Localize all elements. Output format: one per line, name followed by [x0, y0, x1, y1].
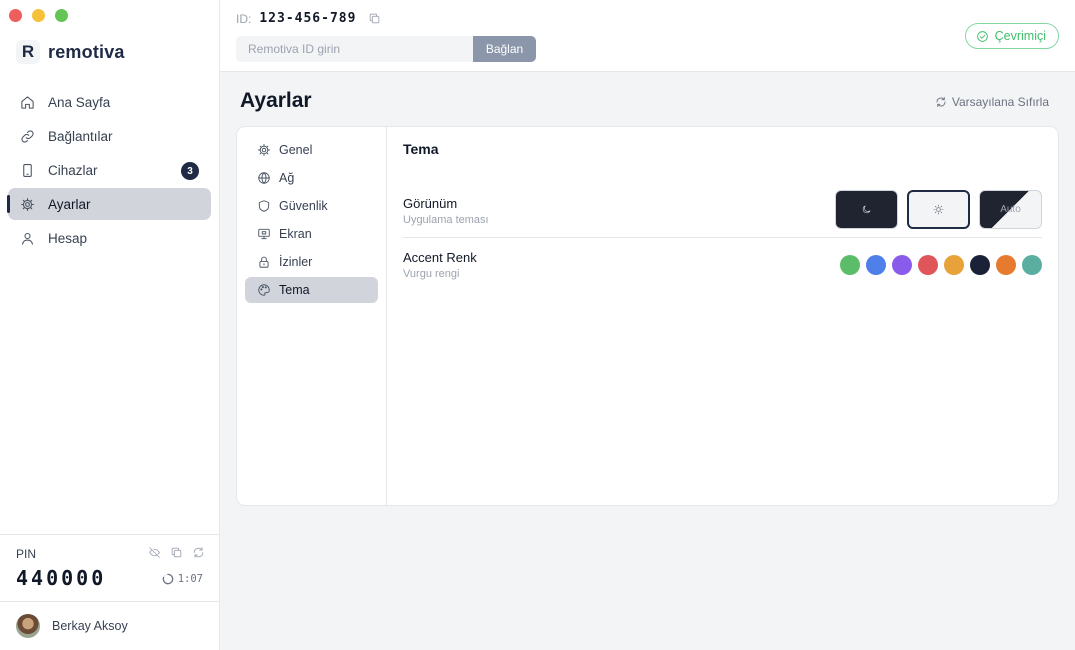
tab-label: Güvenlik	[279, 199, 328, 213]
topbar: ID: 123-456-789 Bağlan Çevrimiçi	[220, 0, 1075, 72]
maximize-window-button[interactable]	[55, 9, 68, 22]
accent-color-swatch[interactable]	[996, 255, 1016, 275]
pin-actions	[148, 546, 205, 559]
settings-tabs: Genel Ağ Güvenlik Ekran İzinler Tema	[237, 127, 387, 505]
sidebar-item-label: Hesap	[48, 230, 88, 246]
online-status-badge: Çevrimiçi	[964, 23, 1059, 49]
app-name: remotiva	[48, 41, 125, 62]
tab-display[interactable]: Ekran	[245, 221, 378, 247]
copy-icon[interactable]	[368, 12, 381, 25]
app-window: R remotiva Ana Sayfa Bağlantılar Cihazla…	[0, 0, 1075, 650]
accent-color-swatch[interactable]	[918, 255, 938, 275]
check-circle-icon	[976, 30, 988, 42]
theme-dark-option[interactable]	[835, 190, 898, 229]
tab-security[interactable]: Güvenlik	[245, 193, 378, 219]
sidebar-item-connections[interactable]: Bağlantılar	[8, 120, 211, 152]
setting-name: Görünüm	[403, 195, 458, 211]
monitor-icon	[258, 228, 270, 240]
device-count-badge: 3	[181, 162, 199, 180]
close-window-button[interactable]	[9, 9, 22, 22]
sidebar-item-label: Ayarlar	[48, 196, 91, 212]
pin-panel: PIN 440000 1:07	[0, 534, 219, 602]
tab-theme[interactable]: Tema	[245, 277, 378, 303]
logo-icon: R	[16, 40, 40, 64]
globe-icon	[258, 172, 270, 184]
accent-swatches	[840, 255, 1042, 275]
device-id-row: ID: 123-456-789	[236, 11, 381, 26]
user-profile[interactable]: Berkay Aksoy	[0, 601, 219, 650]
id-label: ID:	[236, 11, 252, 26]
minimize-window-button[interactable]	[32, 9, 45, 22]
page-title: Ayarlar	[240, 89, 312, 112]
sidebar-item-label: Bağlantılar	[48, 128, 113, 144]
tab-permissions[interactable]: İzinler	[245, 249, 378, 275]
device-icon	[23, 163, 32, 177]
connect-button[interactable]: Bağlan	[473, 36, 536, 62]
tab-label: İzinler	[279, 255, 313, 269]
sun-icon	[933, 204, 944, 215]
accent-color-swatch[interactable]	[1022, 255, 1042, 275]
device-id: 123-456-789	[259, 11, 357, 26]
sidebar-item-label: Ana Sayfa	[48, 94, 111, 110]
user-icon	[21, 232, 34, 245]
remote-id-input[interactable]	[236, 36, 473, 62]
sidebar: R remotiva Ana Sayfa Bağlantılar Cihazla…	[0, 0, 220, 650]
theme-options: Auto	[835, 190, 1042, 229]
section-title: Tema	[403, 141, 439, 157]
link-icon	[21, 129, 34, 143]
theme-settings: Tema Görünüm Uygulama teması Auto Accent…	[387, 127, 1058, 505]
accent-color-swatch[interactable]	[892, 255, 912, 275]
lock-icon	[259, 256, 269, 268]
gear-icon	[257, 143, 271, 157]
gear-icon	[21, 197, 34, 211]
countdown-ring-icon	[162, 573, 174, 585]
connect-form: Bağlan	[236, 36, 536, 62]
pin-timer-value: 1:07	[177, 573, 203, 585]
window-controls	[9, 9, 68, 22]
tab-general[interactable]: Genel	[245, 137, 378, 163]
sidebar-item-home[interactable]: Ana Sayfa	[8, 86, 211, 118]
sidebar-item-account[interactable]: Hesap	[8, 222, 211, 254]
shield-icon	[258, 200, 270, 212]
avatar	[16, 614, 40, 638]
tab-label: Ağ	[279, 171, 295, 185]
theme-light-option[interactable]	[907, 190, 970, 229]
sidebar-nav: Ana Sayfa Bağlantılar Cihazlar 3 Ayarlar…	[7, 86, 211, 256]
setting-description: Uygulama teması	[403, 213, 489, 226]
setting-name: Accent Renk	[403, 250, 477, 265]
accent-color-swatch[interactable]	[840, 255, 860, 275]
eye-off-icon[interactable]	[148, 546, 161, 559]
pin-label: PIN	[16, 547, 37, 561]
tab-network[interactable]: Ağ	[245, 165, 378, 191]
main-area: ID: 123-456-789 Bağlan Çevrimiçi Ayarlar…	[220, 0, 1075, 650]
app-logo: R remotiva	[16, 40, 125, 64]
accent-color-swatch[interactable]	[970, 255, 990, 275]
pin-value: 440000	[16, 566, 107, 590]
copy-icon[interactable]	[170, 546, 183, 559]
sidebar-item-settings[interactable]: Ayarlar	[7, 188, 211, 220]
refresh-icon[interactable]	[192, 546, 205, 559]
auto-label: Auto	[1000, 204, 1021, 215]
home-icon	[21, 95, 34, 109]
palette-icon	[258, 284, 270, 296]
pin-timer: 1:07	[161, 572, 203, 586]
appearance-setting: Görünüm Uygulama teması Auto	[403, 184, 1042, 238]
reset-label: Varsayılana Sıfırla	[951, 95, 1049, 109]
moon-icon	[862, 205, 871, 214]
settings-panel: Genel Ağ Güvenlik Ekran İzinler Tema Tem…	[236, 126, 1059, 506]
setting-description: Vurgu rengi	[403, 268, 460, 280]
sidebar-item-devices[interactable]: Cihazlar 3	[8, 154, 211, 186]
user-name: Berkay Aksoy	[52, 619, 128, 633]
tab-label: Tema	[279, 283, 310, 297]
tab-label: Genel	[279, 143, 313, 157]
theme-auto-option[interactable]: Auto	[979, 190, 1042, 229]
refresh-icon	[936, 97, 946, 107]
accent-color-swatch[interactable]	[866, 255, 886, 275]
accent-color-swatch[interactable]	[944, 255, 964, 275]
tab-label: Ekran	[279, 227, 312, 241]
sidebar-item-label: Cihazlar	[48, 162, 98, 178]
reset-defaults-button[interactable]: Varsayılana Sıfırla	[935, 95, 1049, 109]
status-label: Çevrimiçi	[994, 29, 1046, 43]
accent-color-setting: Accent Renk Vurgu rengi	[403, 247, 1042, 283]
